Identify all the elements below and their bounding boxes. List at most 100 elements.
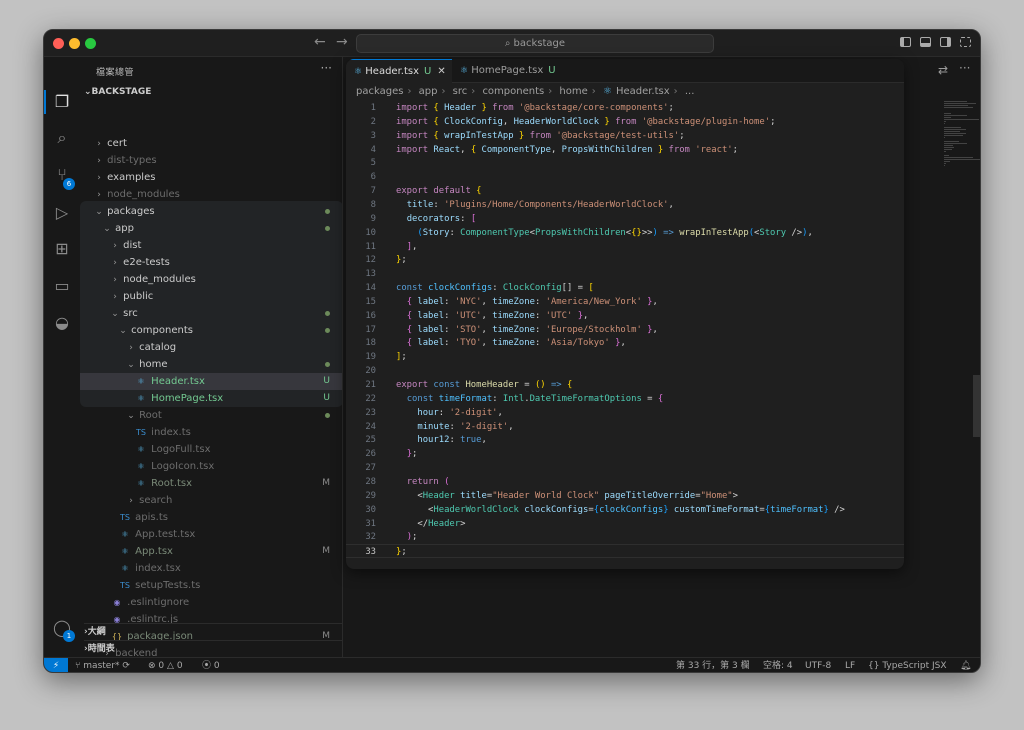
tab-homepage-tsx[interactable]: ⚛ HomePage.tsx U bbox=[452, 59, 564, 83]
tree-file[interactable]: ◉ .eslintignore bbox=[80, 594, 342, 611]
open-changes-icon[interactable]: ⇄ bbox=[938, 63, 948, 77]
breadcrumb-item[interactable]: home bbox=[559, 86, 587, 97]
scm-badge: 6 bbox=[63, 178, 75, 190]
minimap-line bbox=[944, 147, 954, 148]
language-mode[interactable]: {} TypeScript JSX bbox=[868, 658, 947, 672]
tree-file[interactable]: ⚛ Root.tsx M bbox=[80, 475, 342, 492]
line-number: 8 bbox=[370, 199, 376, 210]
close-window-button[interactable] bbox=[53, 38, 64, 49]
code-line: 29 <Header title="Header World Clock" pa… bbox=[346, 489, 904, 503]
minimap-line bbox=[944, 151, 946, 152]
tree-folder[interactable]: › e2e-tests bbox=[80, 254, 342, 271]
tree-file[interactable]: ⚛ App.tsx M bbox=[80, 543, 342, 560]
more-actions-icon[interactable]: ··· bbox=[959, 61, 970, 75]
close-icon[interactable]: ✕ bbox=[437, 66, 445, 77]
minimap-line bbox=[944, 155, 949, 156]
indentation[interactable]: 空格: 4 bbox=[763, 658, 793, 672]
remote-indicator-icon[interactable]: ⚡ bbox=[44, 658, 68, 672]
breadcrumb-item[interactable]: src bbox=[453, 86, 468, 97]
end-of-line[interactable]: LF bbox=[845, 658, 855, 672]
tree-file[interactable]: ⚛ LogoIcon.tsx bbox=[80, 458, 342, 475]
zoom-window-button[interactable] bbox=[85, 38, 96, 49]
timeline-section[interactable]: ›時間表 bbox=[84, 640, 342, 657]
back-arrow-icon[interactable]: ← bbox=[314, 34, 326, 50]
tree-item-label: search bbox=[136, 495, 173, 506]
breadcrumb-item[interactable]: ... bbox=[685, 86, 695, 97]
tree-folder[interactable]: › search bbox=[80, 492, 342, 509]
tree-file[interactable]: TS index.ts bbox=[80, 424, 342, 441]
react-icon: ⚛ bbox=[460, 66, 469, 76]
chevron-down-icon: ⌄ bbox=[111, 309, 119, 319]
tree-folder[interactable]: › cert bbox=[80, 135, 342, 152]
tree-file[interactable]: ⚛ Header.tsx U bbox=[80, 373, 342, 390]
outline-section[interactable]: ›大綱 bbox=[84, 623, 342, 640]
git-status-badge: U bbox=[323, 393, 330, 403]
tree-file[interactable]: ⚛ index.tsx bbox=[80, 560, 342, 577]
tree-file[interactable]: TS setupTests.ts bbox=[80, 577, 342, 594]
minimize-window-button[interactable] bbox=[69, 38, 80, 49]
code-line: 10 (Story: ComponentType<PropsWithChildr… bbox=[346, 226, 904, 240]
toggle-panel-icon[interactable] bbox=[920, 37, 931, 47]
sync-icon: ⟳ bbox=[122, 661, 130, 671]
chevron-down-icon: ⌄ bbox=[127, 411, 135, 421]
tree-item-label: .eslintignore bbox=[124, 597, 190, 608]
ports-icon: ⦿ bbox=[202, 661, 212, 671]
tab-header-tsx[interactable]: ⚛ Header.tsx U ✕ bbox=[346, 59, 452, 83]
breadcrumb-item[interactable]: packages bbox=[356, 86, 403, 97]
docker-icon[interactable]: ◒ bbox=[51, 312, 73, 334]
tree-item-label: HomePage.tsx bbox=[148, 393, 224, 404]
tree-folder[interactable]: ⌄ packages bbox=[80, 203, 342, 220]
extensions-icon[interactable]: ⊞ bbox=[51, 238, 73, 260]
encoding[interactable]: UTF-8 bbox=[805, 658, 831, 672]
tree-folder[interactable]: ⌄ Root bbox=[80, 407, 342, 424]
tree-item-label: Header.tsx bbox=[148, 376, 205, 387]
line-number: 14 bbox=[365, 283, 376, 294]
tree-folder[interactable]: ⌄ app bbox=[80, 220, 342, 237]
toggle-sidebar-icon[interactable] bbox=[900, 37, 911, 47]
run-debug-icon[interactable]: ▷ bbox=[51, 202, 73, 224]
tree-folder[interactable]: › dist-types bbox=[80, 152, 342, 169]
code-text: ]; bbox=[396, 352, 407, 363]
remote-explorer-icon[interactable]: ▭ bbox=[51, 275, 73, 297]
tree-folder[interactable]: › node_modules bbox=[80, 186, 342, 203]
customize-layout-icon[interactable] bbox=[960, 37, 971, 47]
code-line: 5 bbox=[346, 156, 904, 170]
tree-folder[interactable]: › node_modules bbox=[80, 271, 342, 288]
eslint-file-icon: ◉ bbox=[113, 598, 121, 607]
search-text: backstage bbox=[513, 38, 566, 49]
minimap-line bbox=[944, 159, 980, 160]
tree-file[interactable]: ⚛ LogoFull.tsx bbox=[80, 441, 342, 458]
breadcrumb-item[interactable]: components bbox=[482, 86, 544, 97]
tree-folder[interactable]: › dist bbox=[80, 237, 342, 254]
branch-indicator[interactable]: ⑂ master* ⟳ bbox=[75, 658, 130, 672]
scrollbar-thumb[interactable] bbox=[973, 375, 980, 437]
explorer-icon[interactable]: ❐ bbox=[51, 91, 73, 113]
line-number: 22 bbox=[365, 393, 376, 404]
line-number: 23 bbox=[365, 407, 376, 418]
notifications-bell-icon[interactable]: 🔔︎ bbox=[960, 658, 971, 672]
tree-folder[interactable]: ⌄ src bbox=[80, 305, 342, 322]
forward-arrow-icon[interactable]: → bbox=[336, 34, 348, 50]
more-actions-icon[interactable]: ··· bbox=[321, 61, 332, 75]
breadcrumb-item[interactable]: Header.tsx bbox=[616, 86, 670, 97]
tree-file[interactable]: TS apis.ts bbox=[80, 509, 342, 526]
tree-folder[interactable]: › catalog bbox=[80, 339, 342, 356]
toggle-secondary-sidebar-icon[interactable] bbox=[940, 37, 951, 47]
minimap-line bbox=[944, 131, 961, 132]
tree-file[interactable]: ⚛ HomePage.tsx U bbox=[80, 390, 342, 407]
ports-indicator[interactable]: ⦿ 0 bbox=[202, 658, 220, 672]
search-view-icon[interactable]: ⌕ bbox=[51, 127, 73, 149]
tree-folder[interactable]: › examples bbox=[80, 169, 342, 186]
tree-file[interactable]: ⚛ App.test.tsx bbox=[80, 526, 342, 543]
workspace-root[interactable]: ⌄BACKSTAGE bbox=[84, 84, 342, 101]
problems-indicator[interactable]: ⊗ 0 △ 0 bbox=[148, 658, 183, 672]
minimap-line bbox=[944, 123, 945, 124]
tree-folder[interactable]: ⌄ home bbox=[80, 356, 342, 373]
line-number: 33 bbox=[365, 547, 376, 558]
command-center-search[interactable]: ⌕ backstage bbox=[356, 34, 714, 53]
breadcrumb-item[interactable]: app bbox=[419, 86, 438, 97]
tree-folder[interactable]: › public bbox=[80, 288, 342, 305]
cursor-position[interactable]: 第 33 行，第 3 欄 bbox=[676, 658, 750, 672]
search-icon: ⌕ bbox=[504, 38, 511, 49]
tree-folder[interactable]: ⌄ components bbox=[80, 322, 342, 339]
